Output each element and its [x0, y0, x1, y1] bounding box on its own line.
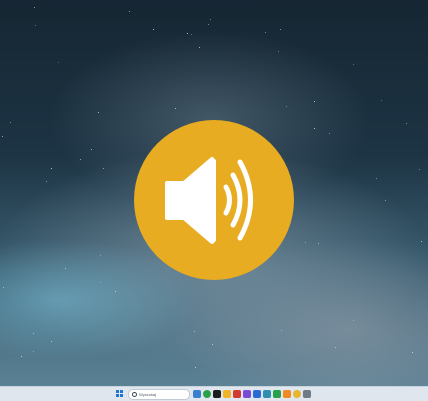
app-orange-icon[interactable]: [283, 390, 291, 398]
media-icon[interactable]: [213, 390, 221, 398]
star: [210, 19, 211, 20]
star: [335, 347, 336, 348]
desktop-wallpaper: [0, 0, 428, 386]
search-placeholder: Wyszukaj: [139, 392, 157, 397]
star: [318, 243, 319, 244]
star: [51, 341, 52, 342]
star: [212, 344, 213, 345]
chat-icon[interactable]: [203, 390, 211, 398]
star: [3, 287, 4, 288]
star: [65, 268, 66, 269]
star: [51, 168, 52, 169]
star: [385, 200, 386, 201]
star: [412, 352, 413, 353]
star: [187, 33, 188, 34]
file-explorer-icon[interactable]: [223, 390, 231, 398]
chrome-icon[interactable]: [293, 390, 301, 398]
star: [329, 133, 330, 134]
star: [35, 25, 36, 26]
star: [195, 367, 196, 368]
star: [199, 47, 200, 48]
search-icon: [132, 392, 137, 397]
star: [100, 255, 101, 256]
star: [46, 181, 47, 182]
star: [265, 32, 266, 33]
star: [33, 351, 34, 352]
star: [280, 29, 281, 30]
app-blue-icon[interactable]: [253, 390, 261, 398]
star: [281, 330, 282, 331]
widgets-icon[interactable]: [193, 390, 201, 398]
star: [2, 136, 3, 137]
taskbar-search-input[interactable]: Wyszukaj: [128, 389, 190, 400]
star: [421, 241, 422, 242]
star: [34, 7, 35, 8]
app-teal-icon[interactable]: [263, 390, 271, 398]
star: [100, 282, 101, 283]
star: [314, 101, 315, 102]
star: [286, 106, 287, 107]
star: [153, 29, 154, 30]
browser-icon[interactable]: [243, 390, 251, 398]
star: [419, 169, 420, 170]
star: [115, 291, 116, 292]
star: [353, 320, 354, 321]
taskbar: Wyszukaj: [0, 386, 428, 401]
star: [208, 24, 209, 25]
star: [314, 128, 315, 129]
star: [376, 178, 377, 179]
star: [10, 122, 11, 123]
star: [129, 11, 130, 12]
star: [353, 64, 354, 65]
star: [381, 100, 382, 101]
app-gray-icon[interactable]: [303, 390, 311, 398]
app-green-icon[interactable]: [273, 390, 281, 398]
volume-overlay: [134, 120, 294, 280]
star: [175, 108, 176, 109]
star: [91, 149, 92, 150]
windows-start-icon[interactable]: [116, 390, 124, 398]
star: [80, 159, 81, 160]
star: [406, 123, 407, 124]
speaker-volume-icon: [165, 157, 253, 244]
star: [58, 62, 59, 63]
star: [103, 168, 104, 169]
star: [194, 331, 195, 332]
star: [305, 242, 306, 243]
star: [278, 51, 279, 52]
star: [98, 112, 99, 113]
star: [191, 34, 192, 35]
star: [21, 356, 22, 357]
app-red-icon[interactable]: [233, 390, 241, 398]
star: [33, 333, 34, 334]
